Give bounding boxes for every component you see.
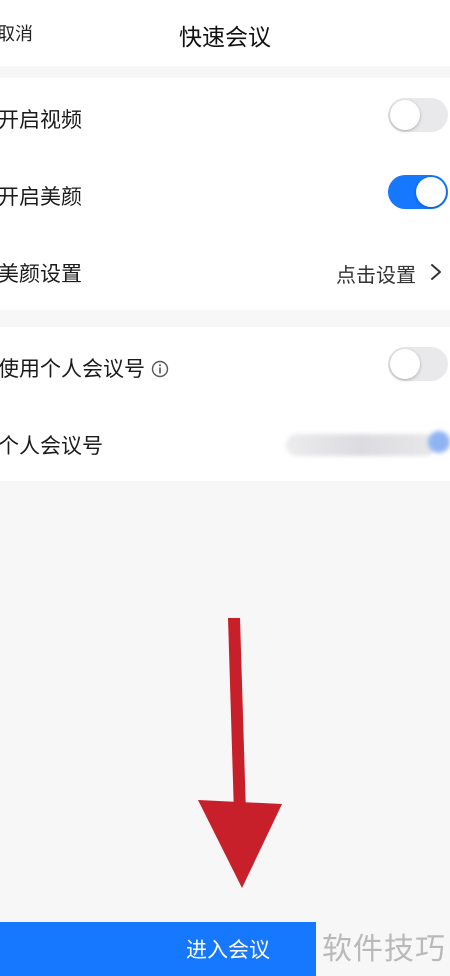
personal-id-row: 个人会议号 [0,404,450,481]
beauty-row: 开启美颜 [0,155,450,232]
page-title: 快速会议 [179,25,271,51]
beauty-settings-label: 美颜设置 [0,262,82,286]
toggle-knob [416,177,446,207]
info-icon[interactable] [151,360,169,378]
personal-id-label: 个人会议号 [0,434,103,458]
annotation-arrow-down-icon [198,618,282,888]
video-toggle[interactable] [388,98,448,132]
beauty-label: 开启美颜 [0,185,82,209]
nav-header: 取消 快速会议 [0,0,450,66]
use-personal-id-toggle[interactable] [388,347,448,381]
blurred-copy-icon [428,431,450,453]
personal-id-section: 使用个人会议号 个人会议号 [0,327,450,481]
toggle-knob [390,349,420,379]
blurred-meeting-id [286,434,436,456]
video-label: 开启视频 [0,108,82,132]
use-personal-id-text: 使用个人会议号 [0,357,145,381]
beauty-toggle[interactable] [388,175,448,209]
beauty-settings-row[interactable]: 美颜设置 点击设置 [0,232,450,309]
watermark-text: 软件技巧 [322,932,446,967]
beauty-settings-value[interactable]: 点击设置 [336,259,416,288]
enter-meeting-button[interactable]: 进入会议 [0,922,316,976]
video-row: 开启视频 [0,78,450,155]
use-personal-id-row: 使用个人会议号 [0,327,450,404]
meeting-settings-section: 开启视频 开启美颜 美颜设置 点击设置 [0,78,450,310]
chevron-right-icon [431,264,441,280]
use-personal-id-label: 使用个人会议号 [0,353,169,383]
toggle-knob [390,100,420,130]
